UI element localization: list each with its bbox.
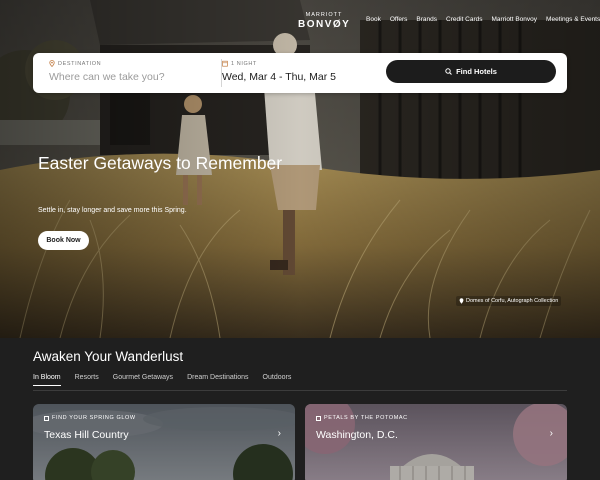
card-kicker: FIND YOUR SPRING GLOW <box>52 415 136 421</box>
destination-card-texas[interactable]: FIND YOUR SPRING GLOW Texas Hill Country… <box>33 404 295 480</box>
nav-item-offers[interactable]: Offers <box>390 14 408 26</box>
bookmark-icon <box>316 415 321 421</box>
chevron-right-icon: › <box>549 428 553 439</box>
photo-credit[interactable]: Domes of Corfu, Autograph Collection <box>456 296 562 306</box>
bookmark-icon <box>44 415 49 421</box>
card-title: Texas Hill Country <box>44 429 129 441</box>
marriott-bonvoy-logo[interactable]: MARRIOTT BONVØY <box>298 12 350 32</box>
photo-credit-text: Domes of Corfu, Autograph Collection <box>466 298 559 304</box>
find-hotels-label: Find Hotels <box>456 67 497 76</box>
location-pin-icon <box>49 60 55 67</box>
location-pin-icon <box>459 298 464 304</box>
logo-line2: BONVØY <box>298 19 351 30</box>
hotel-search-bar: DESTINATION Where can we take you? 1 NIG… <box>33 53 567 93</box>
book-now-button[interactable]: Book Now <box>38 231 89 250</box>
wanderlust-section: Awaken Your Wanderlust In Bloom Resorts … <box>0 338 600 480</box>
main-nav: Book Offers Brands Credit Cards Marriott… <box>366 14 600 26</box>
destination-field[interactable]: DESTINATION Where can we take you? <box>49 59 209 87</box>
destination-input[interactable]: Where can we take you? <box>49 71 209 83</box>
hero-banner: MARRIOTT BONVØY Book Offers Brands Credi… <box>0 0 600 338</box>
search-icon <box>445 68 452 75</box>
nav-item-book[interactable]: Book <box>366 14 381 26</box>
card-kicker: PETALS BY THE POTOMAC <box>324 415 408 421</box>
logo-line1: MARRIOTT <box>305 12 343 18</box>
nav-item-meetings-events[interactable]: Meetings & Events <box>546 14 600 26</box>
nav-item-credit-cards[interactable]: Credit Cards <box>446 14 482 26</box>
tab-resorts[interactable]: Resorts <box>75 374 99 386</box>
section-title: Awaken Your Wanderlust <box>33 349 184 364</box>
washington-kicker-row: PETALS BY THE POTOMAC <box>316 415 408 421</box>
texas-kicker-row: FIND YOUR SPRING GLOW <box>44 415 136 421</box>
tab-in-bloom[interactable]: In Bloom <box>33 374 61 386</box>
category-tabs: In Bloom Resorts Gourmet Getaways Dream … <box>33 374 305 386</box>
tab-outdoors[interactable]: Outdoors <box>263 374 292 386</box>
chevron-right-icon: › <box>277 428 281 439</box>
destination-label: DESTINATION <box>58 60 102 67</box>
card-title: Washington, D.C. <box>316 429 398 441</box>
nights-label-row: 1 NIGHT <box>222 59 336 68</box>
tabs-divider <box>33 390 567 391</box>
hero-subtitle: Settle in, stay longer and save more thi… <box>38 207 187 214</box>
find-hotels-button[interactable]: Find Hotels <box>386 60 556 83</box>
tab-dream-destinations[interactable]: Dream Destinations <box>187 374 248 386</box>
calendar-icon <box>222 60 228 67</box>
destination-card-washington[interactable]: PETALS BY THE POTOMAC Washington, D.C. › <box>305 404 567 480</box>
dates-field[interactable]: 1 NIGHT Wed, Mar 4 - Thu, Mar 5 <box>221 59 381 87</box>
hero-title: Easter Getaways to Remember <box>38 153 283 173</box>
destination-label-row: DESTINATION <box>49 59 209 68</box>
nav-item-marriott-bonvoy[interactable]: Marriott Bonvoy <box>492 14 538 26</box>
nights-label: 1 NIGHT <box>231 60 257 67</box>
nav-item-brands[interactable]: Brands <box>416 14 437 26</box>
dates-value[interactable]: Wed, Mar 4 - Thu, Mar 5 <box>222 71 336 83</box>
page: MARRIOTT BONVØY Book Offers Brands Credi… <box>0 0 600 480</box>
tab-gourmet-getaways[interactable]: Gourmet Getaways <box>113 374 173 386</box>
